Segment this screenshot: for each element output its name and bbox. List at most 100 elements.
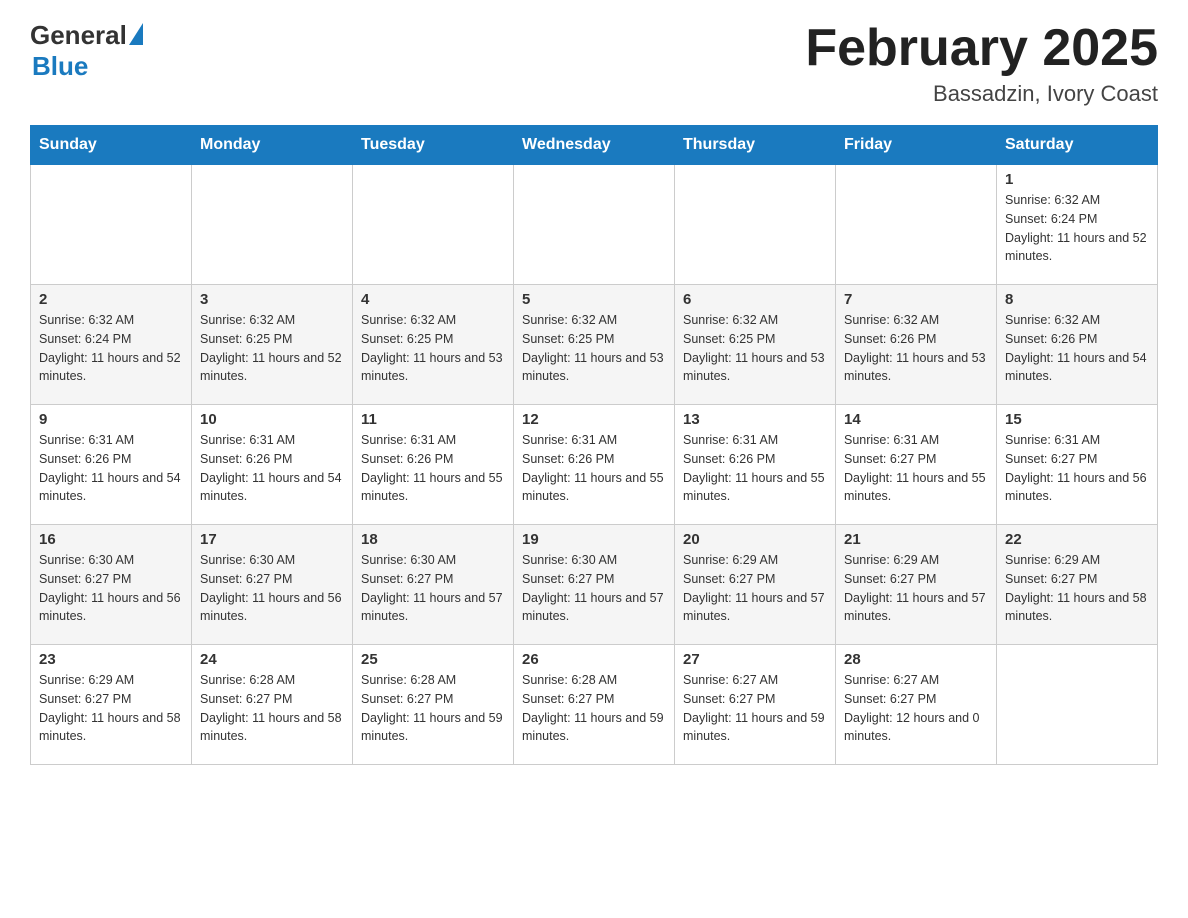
logo-triangle-icon: [129, 23, 143, 45]
week-row-1: 1 Sunrise: 6:32 AMSunset: 6:24 PMDaylight…: [31, 165, 1158, 285]
calendar-cell: 4 Sunrise: 6:32 AMSunset: 6:25 PMDaylight…: [353, 285, 514, 405]
logo-blue-text: Blue: [32, 51, 88, 82]
calendar-cell: [675, 165, 836, 285]
day-info: Sunrise: 6:30 AMSunset: 6:27 PMDaylight:…: [200, 551, 344, 626]
calendar-cell: 5 Sunrise: 6:32 AMSunset: 6:25 PMDaylight…: [514, 285, 675, 405]
calendar-cell: [836, 165, 997, 285]
day-number: 8: [1005, 291, 1149, 308]
day-number: 2: [39, 291, 183, 308]
day-info: Sunrise: 6:27 AMSunset: 6:27 PMDaylight:…: [844, 671, 988, 746]
day-info: Sunrise: 6:32 AMSunset: 6:26 PMDaylight:…: [844, 311, 988, 386]
month-year-title: February 2025: [805, 20, 1158, 77]
day-info: Sunrise: 6:32 AMSunset: 6:24 PMDaylight:…: [39, 311, 183, 386]
day-info: Sunrise: 6:29 AMSunset: 6:27 PMDaylight:…: [39, 671, 183, 746]
calendar-cell: 11Sunrise: 6:31 AMSunset: 6:26 PMDayligh…: [353, 405, 514, 525]
calendar-table: SundayMondayTuesdayWednesdayThursdayFrid…: [30, 125, 1158, 765]
calendar-cell: 17 Sunrise: 6:30 AMSunset: 6:27 PMDayligh…: [192, 525, 353, 645]
calendar-cell: [514, 165, 675, 285]
logo: General Blue: [30, 20, 143, 82]
week-row-3: 9 Sunrise: 6:31 AMSunset: 6:26 PMDaylight…: [31, 405, 1158, 525]
day-info: Sunrise: 6:31 AMSunset: 6:26 PMDaylight:…: [39, 431, 183, 506]
calendar-cell: 22 Sunrise: 6:29 AMSunset: 6:27 PMDayligh…: [997, 525, 1158, 645]
calendar-cell: 7Sunrise: 6:32 AMSunset: 6:26 PMDaylight…: [836, 285, 997, 405]
calendar-cell: 18 Sunrise: 6:30 AMSunset: 6:27 PMDayligh…: [353, 525, 514, 645]
day-number: 5: [522, 291, 666, 308]
day-number: 23: [39, 651, 183, 668]
day-number: 12: [522, 411, 666, 428]
calendar-cell: 9 Sunrise: 6:31 AMSunset: 6:26 PMDaylight…: [31, 405, 192, 525]
day-number: 20: [683, 531, 827, 548]
day-number: 17: [200, 531, 344, 548]
day-number: 9: [39, 411, 183, 428]
title-section: February 2025 Bassadzin, Ivory Coast: [805, 20, 1158, 107]
week-row-5: 23 Sunrise: 6:29 AMSunset: 6:27 PMDayligh…: [31, 645, 1158, 765]
calendar-cell: 26Sunrise: 6:28 AMSunset: 6:27 PMDayligh…: [514, 645, 675, 765]
day-info: Sunrise: 6:28 AMSunset: 6:27 PMDaylight:…: [522, 671, 666, 746]
day-number: 28: [844, 651, 988, 668]
day-info: Sunrise: 6:31 AMSunset: 6:27 PMDaylight:…: [1005, 431, 1149, 506]
calendar-cell: 3 Sunrise: 6:32 AMSunset: 6:25 PMDaylight…: [192, 285, 353, 405]
day-number: 13: [683, 411, 827, 428]
calendar-cell: 25 Sunrise: 6:28 AMSunset: 6:27 PMDayligh…: [353, 645, 514, 765]
day-number: 25: [361, 651, 505, 668]
calendar-cell: 19 Sunrise: 6:30 AMSunset: 6:27 PMDayligh…: [514, 525, 675, 645]
calendar-cell: [997, 645, 1158, 765]
weekday-header-wednesday: Wednesday: [514, 126, 675, 165]
weekday-header-tuesday: Tuesday: [353, 126, 514, 165]
day-info: Sunrise: 6:31 AMSunset: 6:26 PMDaylight:…: [200, 431, 344, 506]
day-info: Sunrise: 6:32 AMSunset: 6:25 PMDaylight:…: [683, 311, 827, 386]
day-info: Sunrise: 6:31 AMSunset: 6:26 PMDaylight:…: [683, 431, 827, 506]
day-info: Sunrise: 6:31 AMSunset: 6:27 PMDaylight:…: [844, 431, 988, 506]
weekday-header-sunday: Sunday: [31, 126, 192, 165]
week-row-4: 16 Sunrise: 6:30 AMSunset: 6:27 PMDayligh…: [31, 525, 1158, 645]
weekday-header-row: SundayMondayTuesdayWednesdayThursdayFrid…: [31, 126, 1158, 165]
calendar-cell: 27Sunrise: 6:27 AMSunset: 6:27 PMDayligh…: [675, 645, 836, 765]
day-number: 14: [844, 411, 988, 428]
day-number: 22: [1005, 531, 1149, 548]
day-number: 3: [200, 291, 344, 308]
day-info: Sunrise: 6:32 AMSunset: 6:25 PMDaylight:…: [200, 311, 344, 386]
day-info: Sunrise: 6:32 AMSunset: 6:25 PMDaylight:…: [522, 311, 666, 386]
weekday-header-thursday: Thursday: [675, 126, 836, 165]
day-info: Sunrise: 6:31 AMSunset: 6:26 PMDaylight:…: [361, 431, 505, 506]
calendar-cell: 2 Sunrise: 6:32 AMSunset: 6:24 PMDaylight…: [31, 285, 192, 405]
day-info: Sunrise: 6:30 AMSunset: 6:27 PMDaylight:…: [361, 551, 505, 626]
day-number: 27: [683, 651, 827, 668]
day-number: 18: [361, 531, 505, 548]
day-info: Sunrise: 6:28 AMSunset: 6:27 PMDaylight:…: [361, 671, 505, 746]
day-number: 4: [361, 291, 505, 308]
weekday-header-friday: Friday: [836, 126, 997, 165]
day-number: 10: [200, 411, 344, 428]
day-info: Sunrise: 6:32 AMSunset: 6:24 PMDaylight:…: [1005, 191, 1149, 266]
calendar-cell: 21Sunrise: 6:29 AMSunset: 6:27 PMDayligh…: [836, 525, 997, 645]
calendar-cell: 23 Sunrise: 6:29 AMSunset: 6:27 PMDayligh…: [31, 645, 192, 765]
calendar-cell: 12 Sunrise: 6:31 AMSunset: 6:26 PMDayligh…: [514, 405, 675, 525]
day-number: 16: [39, 531, 183, 548]
day-info: Sunrise: 6:31 AMSunset: 6:26 PMDaylight:…: [522, 431, 666, 506]
day-info: Sunrise: 6:32 AMSunset: 6:25 PMDaylight:…: [361, 311, 505, 386]
week-row-2: 2 Sunrise: 6:32 AMSunset: 6:24 PMDaylight…: [31, 285, 1158, 405]
calendar-cell: 28 Sunrise: 6:27 AMSunset: 6:27 PMDayligh…: [836, 645, 997, 765]
day-info: Sunrise: 6:30 AMSunset: 6:27 PMDaylight:…: [39, 551, 183, 626]
location-text: Bassadzin, Ivory Coast: [805, 81, 1158, 107]
calendar-cell: 16 Sunrise: 6:30 AMSunset: 6:27 PMDayligh…: [31, 525, 192, 645]
calendar-cell: 8 Sunrise: 6:32 AMSunset: 6:26 PMDaylight…: [997, 285, 1158, 405]
calendar-cell: [353, 165, 514, 285]
calendar-cell: [31, 165, 192, 285]
day-info: Sunrise: 6:30 AMSunset: 6:27 PMDaylight:…: [522, 551, 666, 626]
calendar-cell: 13 Sunrise: 6:31 AMSunset: 6:26 PMDayligh…: [675, 405, 836, 525]
day-number: 6: [683, 291, 827, 308]
day-info: Sunrise: 6:28 AMSunset: 6:27 PMDaylight:…: [200, 671, 344, 746]
calendar-cell: 6 Sunrise: 6:32 AMSunset: 6:25 PMDaylight…: [675, 285, 836, 405]
day-number: 1: [1005, 171, 1149, 188]
calendar-cell: [192, 165, 353, 285]
day-info: Sunrise: 6:32 AMSunset: 6:26 PMDaylight:…: [1005, 311, 1149, 386]
calendar-cell: 24Sunrise: 6:28 AMSunset: 6:27 PMDayligh…: [192, 645, 353, 765]
weekday-header-monday: Monday: [192, 126, 353, 165]
day-number: 19: [522, 531, 666, 548]
logo-general-text: General: [30, 20, 127, 51]
calendar-cell: 14 Sunrise: 6:31 AMSunset: 6:27 PMDayligh…: [836, 405, 997, 525]
page-header: General Blue February 2025 Bassadzin, Iv…: [30, 20, 1158, 107]
day-info: Sunrise: 6:29 AMSunset: 6:27 PMDaylight:…: [1005, 551, 1149, 626]
calendar-cell: 20Sunrise: 6:29 AMSunset: 6:27 PMDayligh…: [675, 525, 836, 645]
